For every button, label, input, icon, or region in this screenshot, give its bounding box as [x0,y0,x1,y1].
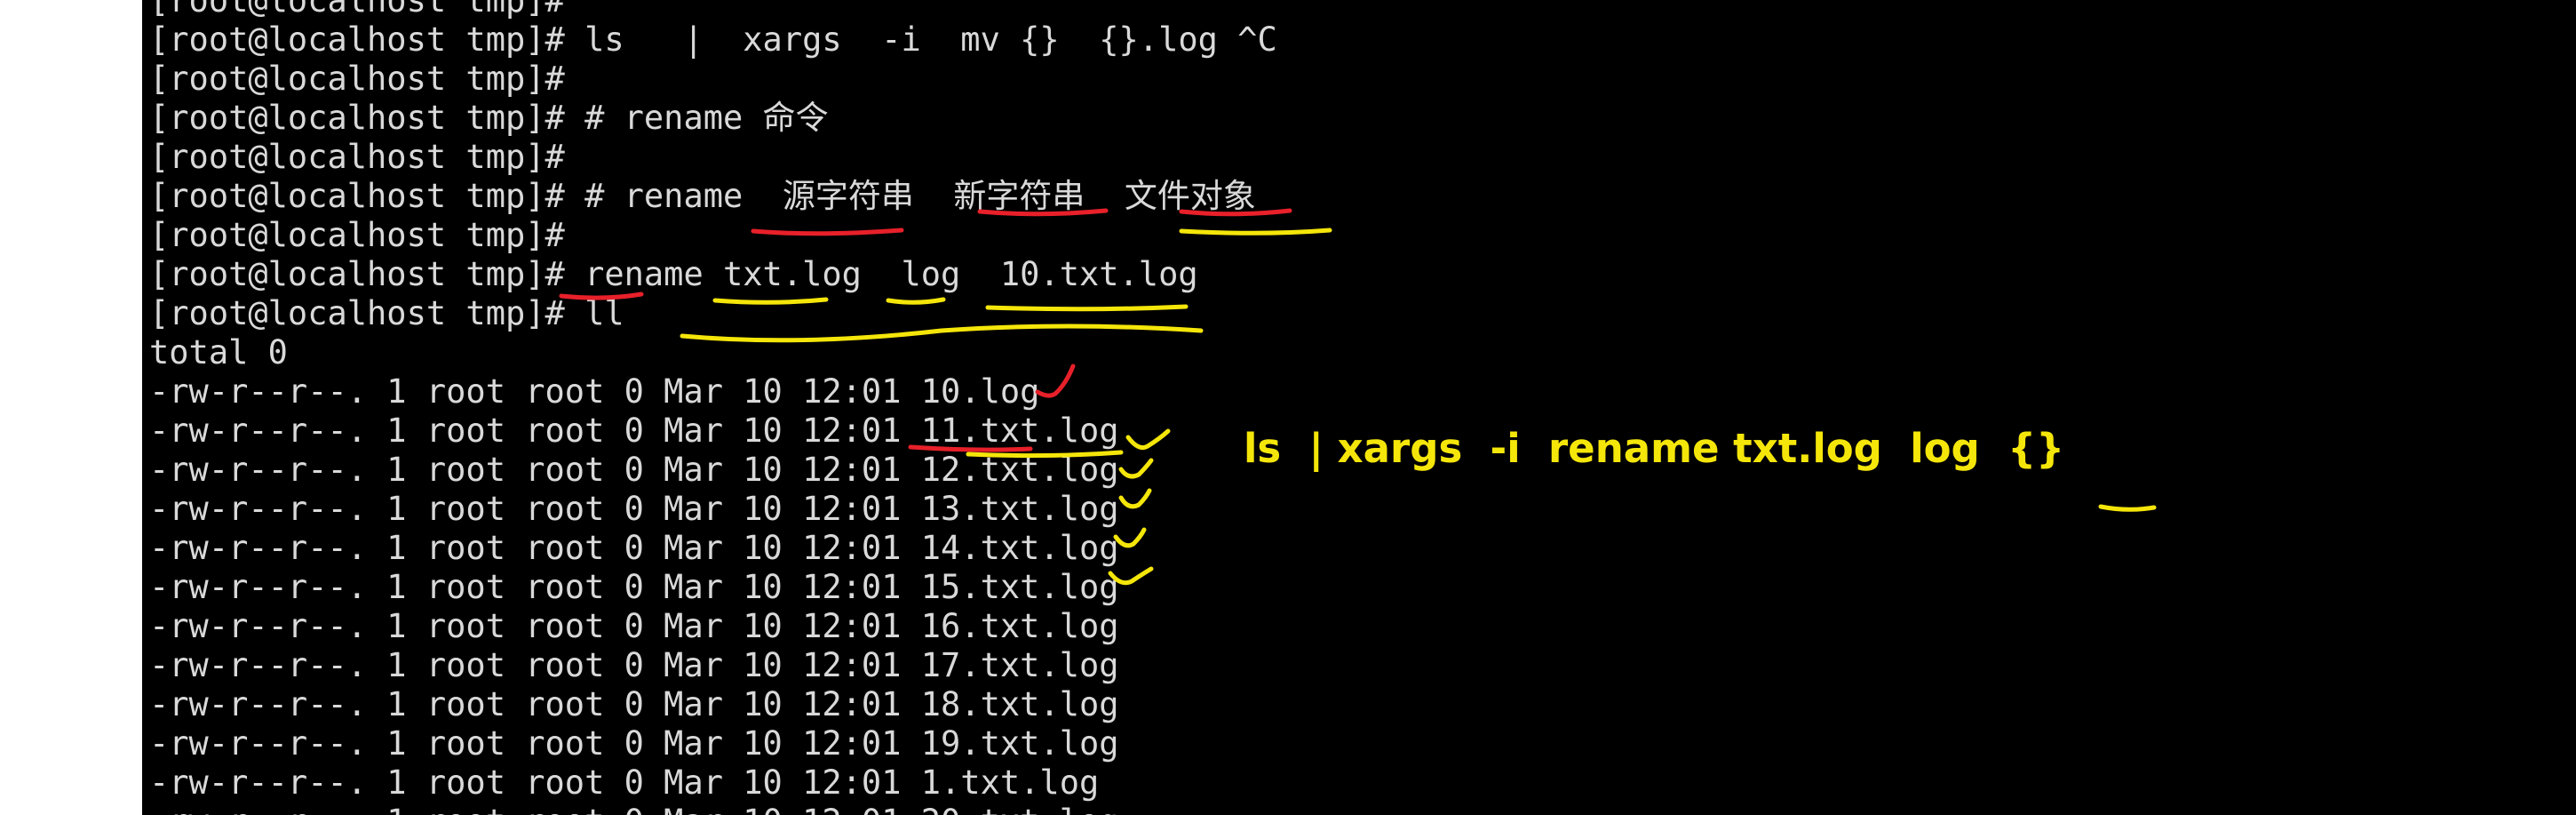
terminal-line: [root@localhost tmp]# [149,0,565,20]
annotation-command-note: ls | xargs -i rename txt.log log {} [1244,425,2065,472]
terminal-line: [root@localhost tmp]# # rename 命令 [149,99,829,137]
terminal-line: [root@localhost tmp]# ll [149,294,624,332]
file-listing-row: -rw-r--r--. 1 root root 0 Mar 10 12:01 1… [149,763,1100,802]
terminal-line: [root@localhost tmp]# [149,216,565,254]
terminal-line: [root@localhost tmp]# [149,60,565,98]
terminal-output: [root@localhost tmp]# [root@localhost tmp… [149,0,1277,815]
file-listing-row: -rw-r--r--. 1 root root 0 Mar 10 12:01 1… [149,411,1119,450]
file-listing-row: -rw-r--r--. 1 root root 0 Mar 10 12:01 1… [149,451,1119,489]
file-listing-row: -rw-r--r--. 1 root root 0 Mar 10 12:01 1… [149,685,1119,723]
terminal-line: [root@localhost tmp]# ls | xargs -i mv {… [149,20,1277,59]
file-listing-row: -rw-r--r--. 1 root root 0 Mar 10 12:01 1… [149,607,1119,645]
terminal-line: [root@localhost tmp]# [149,138,565,176]
file-listing-row: -rw-r--r--. 1 root root 0 Mar 10 12:01 1… [149,372,1040,411]
terminal-window[interactable]: [root@localhost tmp]# [root@localhost tmp… [142,0,2576,815]
file-listing-row: -rw-r--r--. 1 root root 0 Mar 10 12:01 1… [149,568,1119,606]
file-listing-row: -rw-r--r--. 1 root root 0 Mar 10 12:01 1… [149,490,1119,528]
file-listing-row: -rw-r--r--. 1 root root 0 Mar 10 12:01 2… [149,803,1277,815]
file-listing-row: -rw-r--r--. 1 root root 0 Mar 10 12:01 1… [149,646,1119,684]
terminal-line: [root@localhost tmp]# # rename 源字符串 新字符串… [149,177,1256,215]
terminal-line: [root@localhost tmp]# rename txt.log log… [149,255,1198,293]
terminal-line: total 0 [149,333,288,372]
left-margin [0,0,142,815]
file-listing-row: -rw-r--r--. 1 root root 0 Mar 10 12:01 1… [149,724,1119,763]
file-listing-row: -rw-r--r--. 1 root root 0 Mar 10 12:01 1… [149,529,1119,567]
